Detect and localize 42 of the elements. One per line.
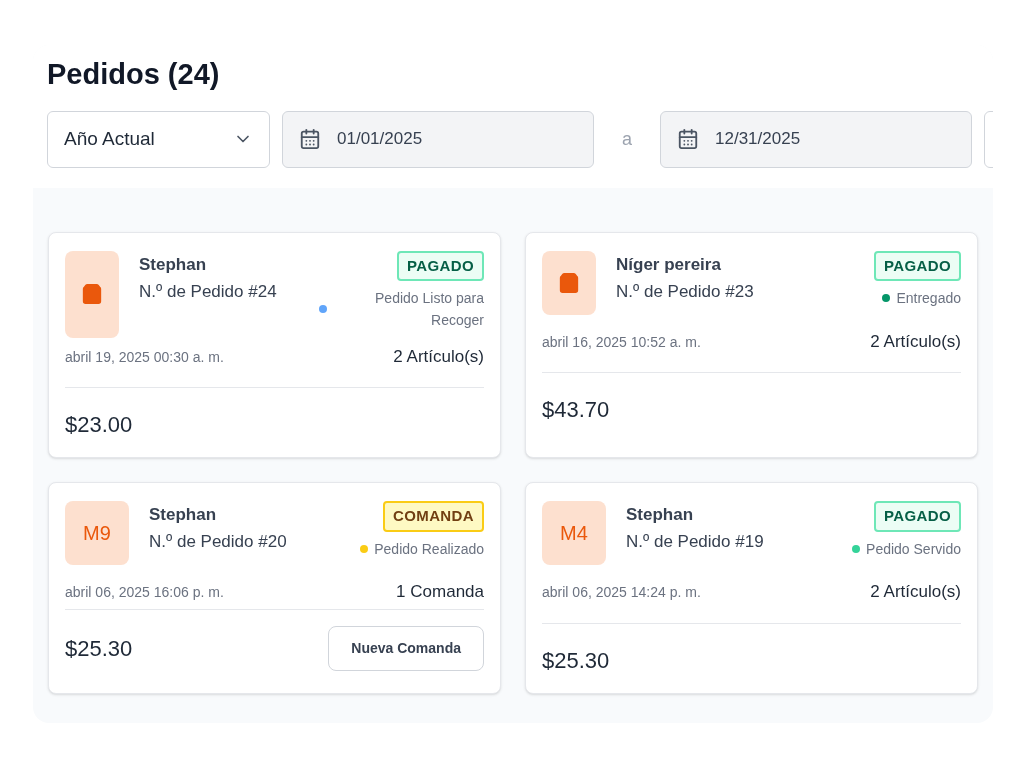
order-total: $25.30 <box>65 634 133 663</box>
table-avatar: M9 <box>65 501 129 565</box>
payment-badge: COMANDA <box>383 501 484 532</box>
customer-name: Stephan <box>626 504 695 526</box>
table-avatar: M4 <box>542 501 606 565</box>
date-to-field[interactable]: 12/31/2025 <box>660 110 972 168</box>
order-total: $25.30 <box>542 646 610 675</box>
order-total: $43.70 <box>542 396 610 424</box>
customer-name: Níger pereira <box>616 253 722 276</box>
customer-name: Stephan <box>149 504 218 526</box>
item-count: 2 Artículo(s) <box>870 330 961 353</box>
order-date: abril 16, 2025 10:52 a. m. <box>542 332 701 352</box>
date-separator: a <box>621 127 633 151</box>
order-card[interactable]: M9 Stephan N.º de Pedido #20 COMANDA Pedido Realizado abril 06, 2025 16:06 p. m. 1 Comanda $25.30 Nueva Comanda <box>48 482 501 694</box>
period-dropdown[interactable]: Año Actual <box>47 110 270 168</box>
order-total: $23.00 <box>65 411 133 439</box>
calendar-icon <box>677 128 699 150</box>
calendar-icon <box>299 128 321 150</box>
order-status: Entregado <box>896 289 961 308</box>
item-count: 1 Comanda <box>396 581 484 603</box>
customer-name: Stephan <box>139 253 208 276</box>
payment-badge: PAGADO <box>397 250 484 281</box>
order-status: Pedido Servido <box>866 539 961 559</box>
page-title: Pedidos (24) <box>47 57 221 92</box>
order-date: abril 19, 2025 00:30 a. m. <box>65 347 224 367</box>
order-card[interactable]: Stephan N.º de Pedido #24 PAGADO Pedido Listo para Recoger abril 19, 2025 00:30 a. m. 2 Artículo(s) $23.00 <box>48 231 501 458</box>
payment-badge: PAGADO <box>874 501 961 532</box>
order-status: Pedido Listo para Recoger <box>374 289 484 330</box>
order-status: Pedido Realizado <box>374 539 484 559</box>
order-number: N.º de Pedido #19 <box>626 531 765 553</box>
date-from-field[interactable]: 01/01/2025 <box>282 110 594 168</box>
item-count: 2 Artículo(s) <box>393 345 484 368</box>
payment-badge: PAGADO <box>874 250 961 281</box>
order-card[interactable]: M4 Stephan N.º de Pedido #19 PAGADO Pedido Servido abril 06, 2025 14:24 p. m. 2 Artículo(s) $25.30 <box>525 482 978 694</box>
item-count: 2 Artículo(s) <box>870 581 961 603</box>
order-card[interactable]: Níger pereira N.º de Pedido #23 PAGADO Entregado abril 16, 2025 10:52 a. m. 2 Artículo(s) $43.70 <box>525 231 978 458</box>
order-number: N.º de Pedido #20 <box>149 531 288 553</box>
order-date: abril 06, 2025 14:24 p. m. <box>542 583 701 602</box>
order-date: abril 06, 2025 16:06 p. m. <box>65 583 224 602</box>
new-comanda-button[interactable]: Nueva Comanda <box>328 625 484 671</box>
order-number: N.º de Pedido #23 <box>616 280 755 303</box>
order-number: N.º de Pedido #24 <box>139 280 278 303</box>
